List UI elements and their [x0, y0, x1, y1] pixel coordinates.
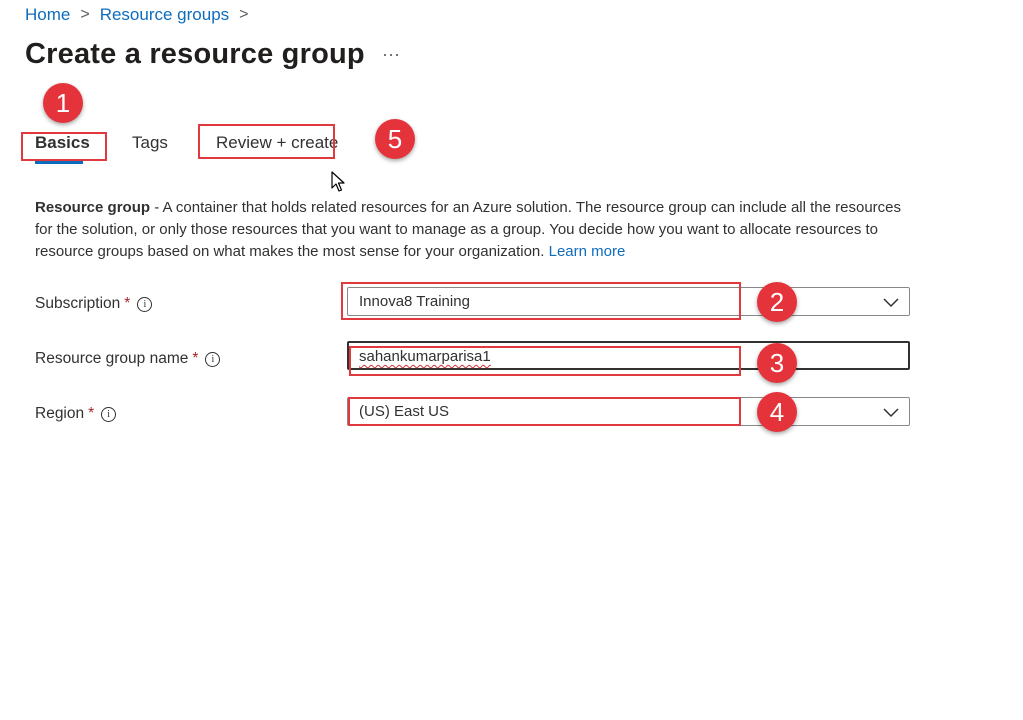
required-marker: *	[124, 295, 131, 312]
breadcrumb: Home > Resource groups >	[25, 5, 259, 25]
info-icon[interactable]: i	[205, 351, 221, 367]
breadcrumb-resource-groups-link[interactable]: Resource groups	[100, 5, 229, 25]
page-title: Create a resource group	[25, 38, 365, 70]
region-label: Region * i	[35, 405, 117, 423]
annotation-highlight-region	[348, 397, 741, 426]
more-options-icon[interactable]: ···	[382, 44, 400, 65]
annotation-highlight-subscription	[341, 282, 741, 320]
tab-selected-indicator	[35, 161, 83, 164]
required-marker: *	[88, 405, 95, 422]
tab-tags[interactable]: Tags	[132, 133, 168, 153]
annotation-badge-1: 1	[43, 83, 83, 123]
annotation-highlight-basics	[21, 132, 107, 161]
chevron-right-icon: >	[239, 6, 249, 23]
subscription-label: Subscription * i	[35, 295, 153, 313]
chevron-right-icon: >	[80, 6, 90, 23]
description-heading: Resource group	[35, 199, 151, 216]
annotation-badge-5: 5	[375, 119, 415, 159]
resource-group-name-label: Resource group name * i	[35, 350, 221, 368]
info-icon[interactable]: i	[137, 296, 153, 312]
annotation-badge-2: 2	[757, 282, 797, 322]
chevron-down-icon	[883, 298, 899, 308]
annotation-badge-3: 3	[757, 343, 797, 383]
resource-group-description: Resource group - A container that holds …	[35, 197, 910, 263]
required-marker: *	[192, 350, 199, 367]
description-text: - A container that holds related resourc…	[35, 199, 902, 260]
mouse-pointer-icon	[331, 171, 345, 192]
resource-group-name-label-text: Resource group name	[35, 350, 189, 367]
region-label-text: Region	[35, 405, 85, 422]
annotation-highlight-review-create	[198, 124, 335, 159]
subscription-label-text: Subscription	[35, 295, 121, 312]
annotation-badge-4: 4	[757, 392, 797, 432]
learn-more-link[interactable]: Learn more	[549, 243, 626, 260]
chevron-down-icon	[883, 408, 899, 418]
info-icon[interactable]: i	[101, 406, 117, 422]
annotation-highlight-resource-group-name	[349, 346, 741, 376]
breadcrumb-home-link[interactable]: Home	[25, 5, 70, 25]
